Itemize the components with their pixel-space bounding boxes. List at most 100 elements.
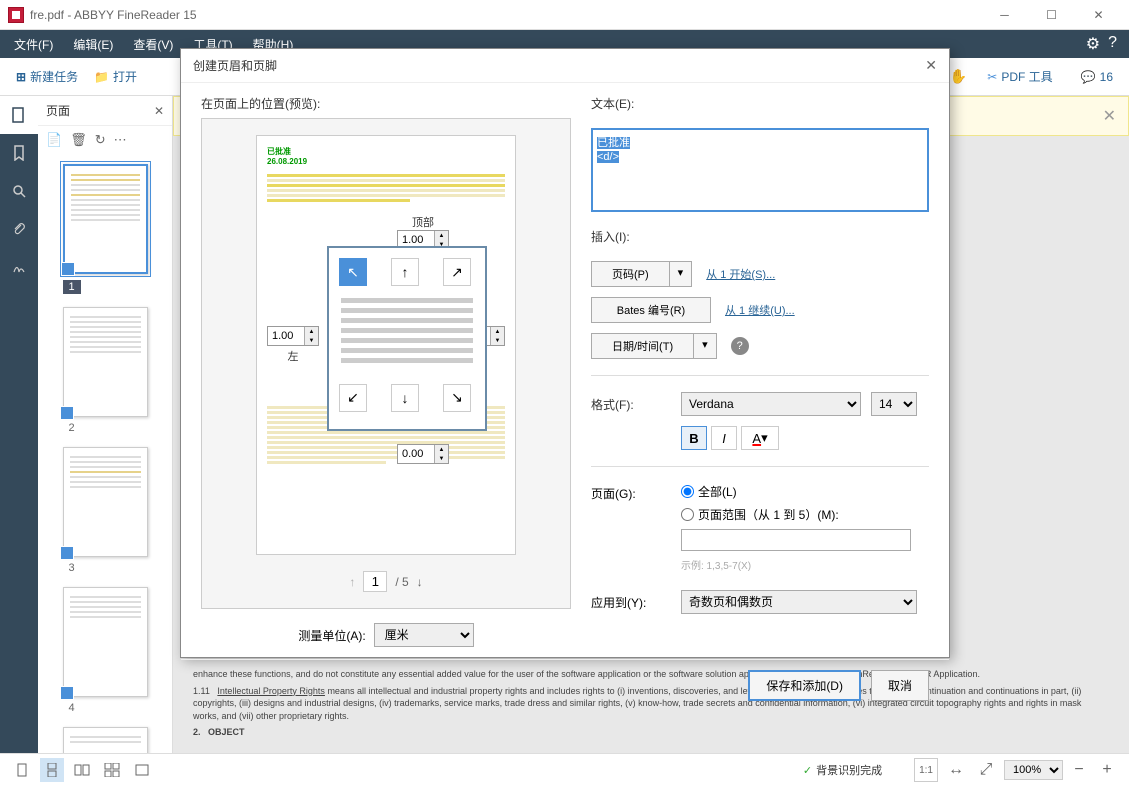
margin-bottom-spinner[interactable]: ▲▼	[397, 444, 449, 464]
zoom-select[interactable]: 100%	[1004, 760, 1063, 780]
menu-file[interactable]: 文件(F)	[4, 32, 63, 57]
tab-bookmarks[interactable]	[0, 134, 38, 172]
measure-unit-label: 测量单位(A):	[298, 627, 365, 644]
position-bottom-center[interactable]: ↓	[391, 384, 419, 412]
fit-page-icon[interactable]: ⤢	[974, 758, 998, 782]
actual-size-button[interactable]: 1:1	[914, 758, 938, 782]
pages-all-radio[interactable]: 全部(L)	[681, 483, 911, 500]
bold-button[interactable]: B	[681, 426, 707, 450]
cancel-button[interactable]: 取消	[871, 670, 929, 701]
position-top-left[interactable]: ↖	[339, 258, 367, 286]
pages-range-input[interactable]	[681, 529, 911, 551]
italic-button[interactable]: I	[711, 426, 737, 450]
titlebar: fre.pdf - ABBYY FineReader 15 ─ ☐ ✕	[0, 0, 1129, 30]
comments-button[interactable]: 💬 16	[1073, 66, 1121, 88]
page-badge-icon	[60, 686, 74, 700]
two-continuous-icon[interactable]	[100, 758, 124, 782]
apply-to-select[interactable]: 奇数页和偶数页	[681, 590, 917, 614]
tab-attachments[interactable]	[0, 210, 38, 248]
font-color-button[interactable]: A ▾	[741, 426, 779, 450]
scissors-icon: ✂	[987, 70, 997, 84]
page-badge-icon	[61, 262, 75, 276]
continuous-icon[interactable]	[40, 758, 64, 782]
minimize-button[interactable]: ─	[982, 1, 1027, 29]
two-page-icon[interactable]	[70, 758, 94, 782]
tab-signatures[interactable]	[0, 248, 38, 286]
preview-page: 已批准 26.08.2019 顶部 ▲▼ ▲▼ 左	[256, 135, 516, 555]
app-icon	[8, 7, 24, 23]
rotate-icon[interactable]: ↻	[95, 132, 106, 148]
font-size-select[interactable]: 14	[871, 392, 917, 416]
preview-area: 已批准 26.08.2019 顶部 ▲▼ ▲▼ 左	[201, 118, 571, 609]
page-number-3: 3	[63, 561, 148, 575]
tab-search[interactable]	[0, 172, 38, 210]
page-thumb-3[interactable]	[63, 447, 148, 557]
position-grid: ↖ ↑ ↗ ↙ ↓ ↘	[327, 246, 487, 431]
position-top-right[interactable]: ↗	[443, 258, 471, 286]
plus-icon: ⊞	[16, 70, 26, 84]
single-page-icon[interactable]	[10, 758, 34, 782]
more-icon[interactable]: ⋯	[114, 132, 127, 148]
position-bottom-left[interactable]: ↙	[339, 384, 367, 412]
font-family-select[interactable]: Verdana	[681, 392, 861, 416]
position-label: 在页面上的位置(预览):	[201, 95, 571, 112]
close-pages-panel[interactable]: ✕	[154, 104, 164, 118]
measure-unit-select[interactable]: 厘米	[374, 623, 474, 647]
text-label: 文本(E):	[591, 95, 929, 112]
close-notification[interactable]: ✕	[1103, 106, 1116, 126]
status-text: ✓ 背景识别完成	[803, 762, 882, 778]
page-thumb-5[interactable]	[63, 727, 148, 753]
comment-icon: 💬	[1081, 70, 1096, 84]
side-tabs	[0, 96, 38, 753]
save-and-add-button[interactable]: 保存和添加(D)	[748, 670, 861, 701]
maximize-button[interactable]: ☐	[1029, 1, 1074, 29]
continue-from-link[interactable]: 从 1 继续(U)...	[725, 302, 795, 318]
insert-page-number-button[interactable]: 页码(P)▾	[591, 261, 692, 287]
header-text-input[interactable]: 已批准 <d/>	[591, 128, 929, 212]
new-task-button[interactable]: ⊞ 新建任务	[8, 64, 86, 89]
settings-icon[interactable]: ⚙	[1086, 34, 1100, 54]
page-number-2: 2	[63, 421, 148, 435]
page-input[interactable]	[363, 571, 387, 592]
hand-tool-icon[interactable]: ✋	[950, 68, 967, 85]
apply-to-label: 应用到(Y):	[591, 594, 671, 611]
page-number-1: 1	[63, 280, 81, 294]
fullscreen-icon[interactable]	[130, 758, 154, 782]
start-from-link[interactable]: 从 1 开始(S)...	[706, 266, 775, 282]
page-thumb-2[interactable]	[63, 307, 148, 417]
page-thumb-4[interactable]	[63, 587, 148, 697]
position-top-center[interactable]: ↑	[391, 258, 419, 286]
bottom-toolbar: ✓ 背景识别完成 1:1 ↔ ⤢ 100% − +	[0, 753, 1129, 786]
close-button[interactable]: ✕	[1076, 1, 1121, 29]
position-bottom-right[interactable]: ↘	[443, 384, 471, 412]
tab-pages[interactable]	[0, 96, 38, 134]
delete-page-icon[interactable]: 🗑	[70, 132, 87, 148]
page-number-4: 4	[63, 701, 148, 715]
pages-panel-title: 页面	[46, 102, 70, 119]
insert-bates-button[interactable]: Bates 编号(R)	[591, 297, 711, 323]
insert-label: 插入(I):	[591, 228, 929, 245]
prev-page-button[interactable]: ↑	[349, 575, 355, 589]
dialog-close-button[interactable]: ✕	[925, 57, 937, 74]
datetime-help-icon[interactable]: ?	[731, 337, 749, 355]
next-page-button[interactable]: ↓	[417, 575, 423, 589]
format-label: 格式(F):	[591, 396, 671, 413]
menu-edit[interactable]: 编辑(E)	[63, 32, 123, 57]
menu-view[interactable]: 查看(V)	[123, 32, 183, 57]
add-page-icon[interactable]: 📄	[46, 132, 62, 148]
page-thumb-1[interactable]	[63, 164, 148, 274]
fit-width-icon[interactable]: ↔	[944, 758, 968, 782]
zoom-in-button[interactable]: +	[1095, 758, 1119, 782]
pages-panel: 页面 ✕ 📄 🗑 ↻ ⋯ 1 2	[38, 96, 173, 753]
help-icon[interactable]: ?	[1108, 34, 1117, 54]
header-footer-dialog: 创建页眉和页脚 ✕ 在页面上的位置(预览): 已批准 26.08.2019 顶部…	[180, 48, 950, 658]
pages-range-radio[interactable]: 页面范围（从 1 到 5）(M):	[681, 506, 911, 523]
zoom-out-button[interactable]: −	[1067, 758, 1091, 782]
check-icon: ✓	[803, 764, 812, 777]
open-button[interactable]: 📁 打开	[86, 64, 145, 89]
pdf-tools-button[interactable]: ✂ PDF 工具	[979, 64, 1060, 89]
insert-datetime-button[interactable]: 日期/时间(T)▾	[591, 333, 717, 359]
dialog-title: 创建页眉和页脚	[193, 57, 277, 74]
window-title: fre.pdf - ABBYY FineReader 15	[30, 8, 197, 22]
margin-left-spinner[interactable]: ▲▼	[267, 326, 319, 346]
